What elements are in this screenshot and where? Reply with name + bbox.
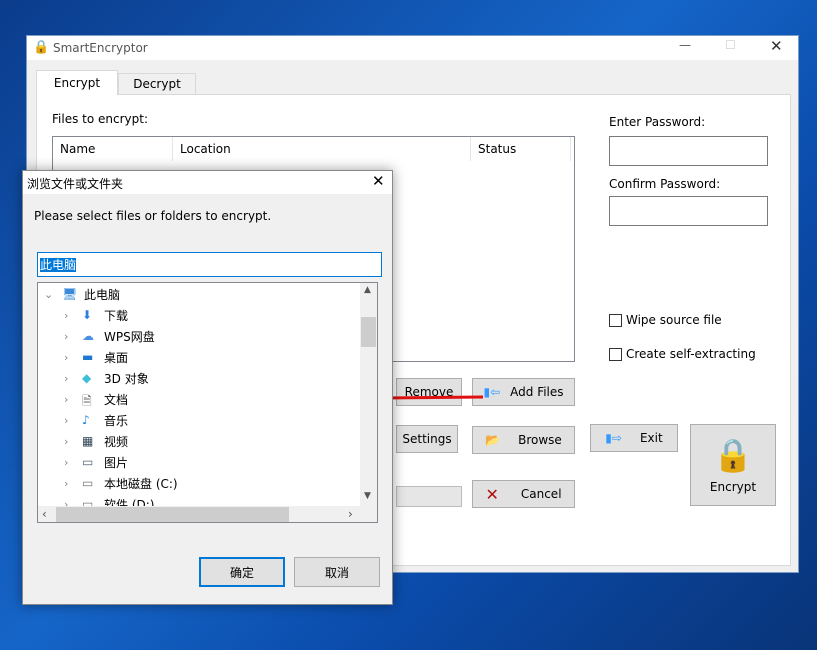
folder-icon: 📂	[485, 433, 501, 447]
drive-icon: ▭	[82, 475, 94, 490]
tree-item[interactable]: › ☁ WPS网盘	[64, 326, 155, 347]
settings-button[interactable]: Settings	[396, 425, 458, 453]
chevron-right-icon[interactable]: ›	[64, 351, 76, 364]
files-label: Files to encrypt:	[52, 112, 148, 126]
horizontal-scrollbar[interactable]: ‹ ›	[38, 506, 377, 522]
browse-label: Browse	[518, 433, 562, 447]
tree-item[interactable]: ⌄ 🖥 此电脑	[44, 284, 120, 305]
tree-item[interactable]: › ▭ 本地磁盘 (C:)	[64, 473, 178, 494]
close-button[interactable]: ✕	[770, 37, 783, 55]
cloud-icon: ☁	[82, 328, 94, 343]
path-value: 此电脑	[40, 258, 77, 272]
chevron-down-icon[interactable]: ⌄	[44, 288, 56, 301]
minimize-button[interactable]: —	[679, 38, 691, 52]
browse-button[interactable]: 📂 Browse	[472, 426, 575, 454]
dialog-prompt: Please select files or folders to encryp…	[34, 209, 272, 223]
confirm-password-label: Confirm Password:	[609, 177, 721, 191]
column-location[interactable]: Location	[173, 137, 471, 161]
folder-tree[interactable]: ⌄ 🖥 此电脑 › ⬇ 下载 › ☁ WPS网盘 › ▬ 桌面 › ◆ 3D 对象 › 🗎 文档 › ♪ 音乐 › ▦ 视频 ›…	[37, 282, 378, 523]
document-icon: 🗎	[82, 393, 92, 408]
exit-button[interactable]: ▮⇨ Exit	[590, 424, 678, 452]
cancel-label: Cancel	[520, 487, 562, 501]
self-extracting-checkbox[interactable]: Create self-extracting	[609, 347, 756, 361]
tree-item[interactable]: › ▦ 视频	[64, 431, 128, 452]
column-status[interactable]: Status	[471, 137, 571, 161]
arrow-right-icon: ▮⇨	[605, 431, 622, 445]
music-icon: ♪	[82, 412, 90, 427]
picture-icon: ▭	[82, 454, 94, 469]
tree-item-label: 本地磁盘 (C:)	[104, 477, 178, 491]
tab-decrypt[interactable]: Decrypt	[118, 73, 196, 95]
progress-bar	[396, 486, 462, 507]
chevron-right-icon[interactable]: ›	[64, 414, 76, 427]
tab-encrypt[interactable]: Encrypt	[36, 70, 118, 95]
column-name[interactable]: Name	[53, 137, 173, 161]
chevron-right-icon[interactable]: ›	[64, 393, 76, 406]
wipe-source-checkbox[interactable]: Wipe source file	[609, 313, 722, 327]
encrypt-button[interactable]: 🔒 Encrypt	[690, 424, 776, 506]
padlock-icon: 🔒	[713, 436, 753, 474]
dialog-title-bar: 浏览文件或文件夹 ✕	[23, 171, 392, 194]
window-title: SmartEncryptor	[53, 41, 148, 55]
add-files-label: Add Files	[510, 385, 564, 399]
lock-icon: 🔒	[33, 40, 50, 55]
tree-item[interactable]: › ◆ 3D 对象	[64, 368, 149, 389]
computer-icon: 🖥	[62, 286, 78, 301]
dialog-title: 浏览文件或文件夹	[27, 177, 124, 191]
cube-icon: ◆	[82, 370, 92, 385]
tree-item-label: WPS网盘	[104, 330, 155, 344]
title-bar: 🔒 SmartEncryptor — ☐ ✕	[27, 36, 798, 60]
dialog-close-button[interactable]: ✕	[372, 172, 385, 190]
tree-item-label: 音乐	[104, 414, 129, 428]
tree-item-label: 图片	[104, 456, 129, 470]
wipe-source-label: Wipe source file	[626, 313, 722, 327]
encrypt-label: Encrypt	[709, 480, 757, 494]
path-input[interactable]: 此电脑	[37, 252, 382, 277]
tree-item-label: 下载	[104, 309, 129, 323]
tree-item-label: 文档	[104, 393, 129, 407]
confirm-password-input[interactable]	[609, 196, 768, 226]
chevron-right-icon[interactable]: ›	[64, 309, 76, 322]
cancel-button[interactable]: ✕ Cancel	[472, 480, 575, 508]
chevron-right-icon[interactable]: ›	[64, 456, 76, 469]
chevron-right-icon[interactable]: ›	[64, 330, 76, 343]
chevron-right-icon[interactable]: ›	[64, 477, 76, 490]
chevron-right-icon[interactable]: ›	[64, 372, 76, 385]
tree-item[interactable]: › ▭ 图片	[64, 452, 128, 473]
dialog-cancel-button[interactable]: 取消	[294, 557, 380, 587]
tree-item-label: 桌面	[104, 351, 129, 365]
maximize-button[interactable]: ☐	[725, 38, 736, 52]
tree-item-label: 此电脑	[84, 288, 121, 302]
x-icon: ✕	[485, 484, 499, 504]
enter-password-label: Enter Password:	[609, 115, 706, 129]
download-icon: ⬇	[82, 307, 93, 322]
tree-item[interactable]: › 🗎 文档	[64, 389, 128, 410]
exit-label: Exit	[639, 431, 663, 445]
ok-button[interactable]: 确定	[199, 557, 285, 587]
browse-dialog: 浏览文件或文件夹 ✕ Please select files or folder…	[22, 170, 393, 605]
desktop-icon: ▬	[82, 349, 94, 364]
vertical-scrollbar[interactable]: ▲ ▼	[360, 283, 377, 506]
tree-item[interactable]: › ⬇ 下载	[64, 305, 128, 326]
tree-item-label: 视频	[104, 435, 129, 449]
tree-item-label: 3D 对象	[104, 372, 149, 386]
enter-password-input[interactable]	[609, 136, 768, 166]
tree-item[interactable]: › ♪ 音乐	[64, 410, 128, 431]
tree-item[interactable]: › ▬ 桌面	[64, 347, 128, 368]
video-icon: ▦	[82, 433, 94, 448]
chevron-right-icon[interactable]: ›	[64, 435, 76, 448]
self-extracting-label: Create self-extracting	[626, 347, 756, 361]
